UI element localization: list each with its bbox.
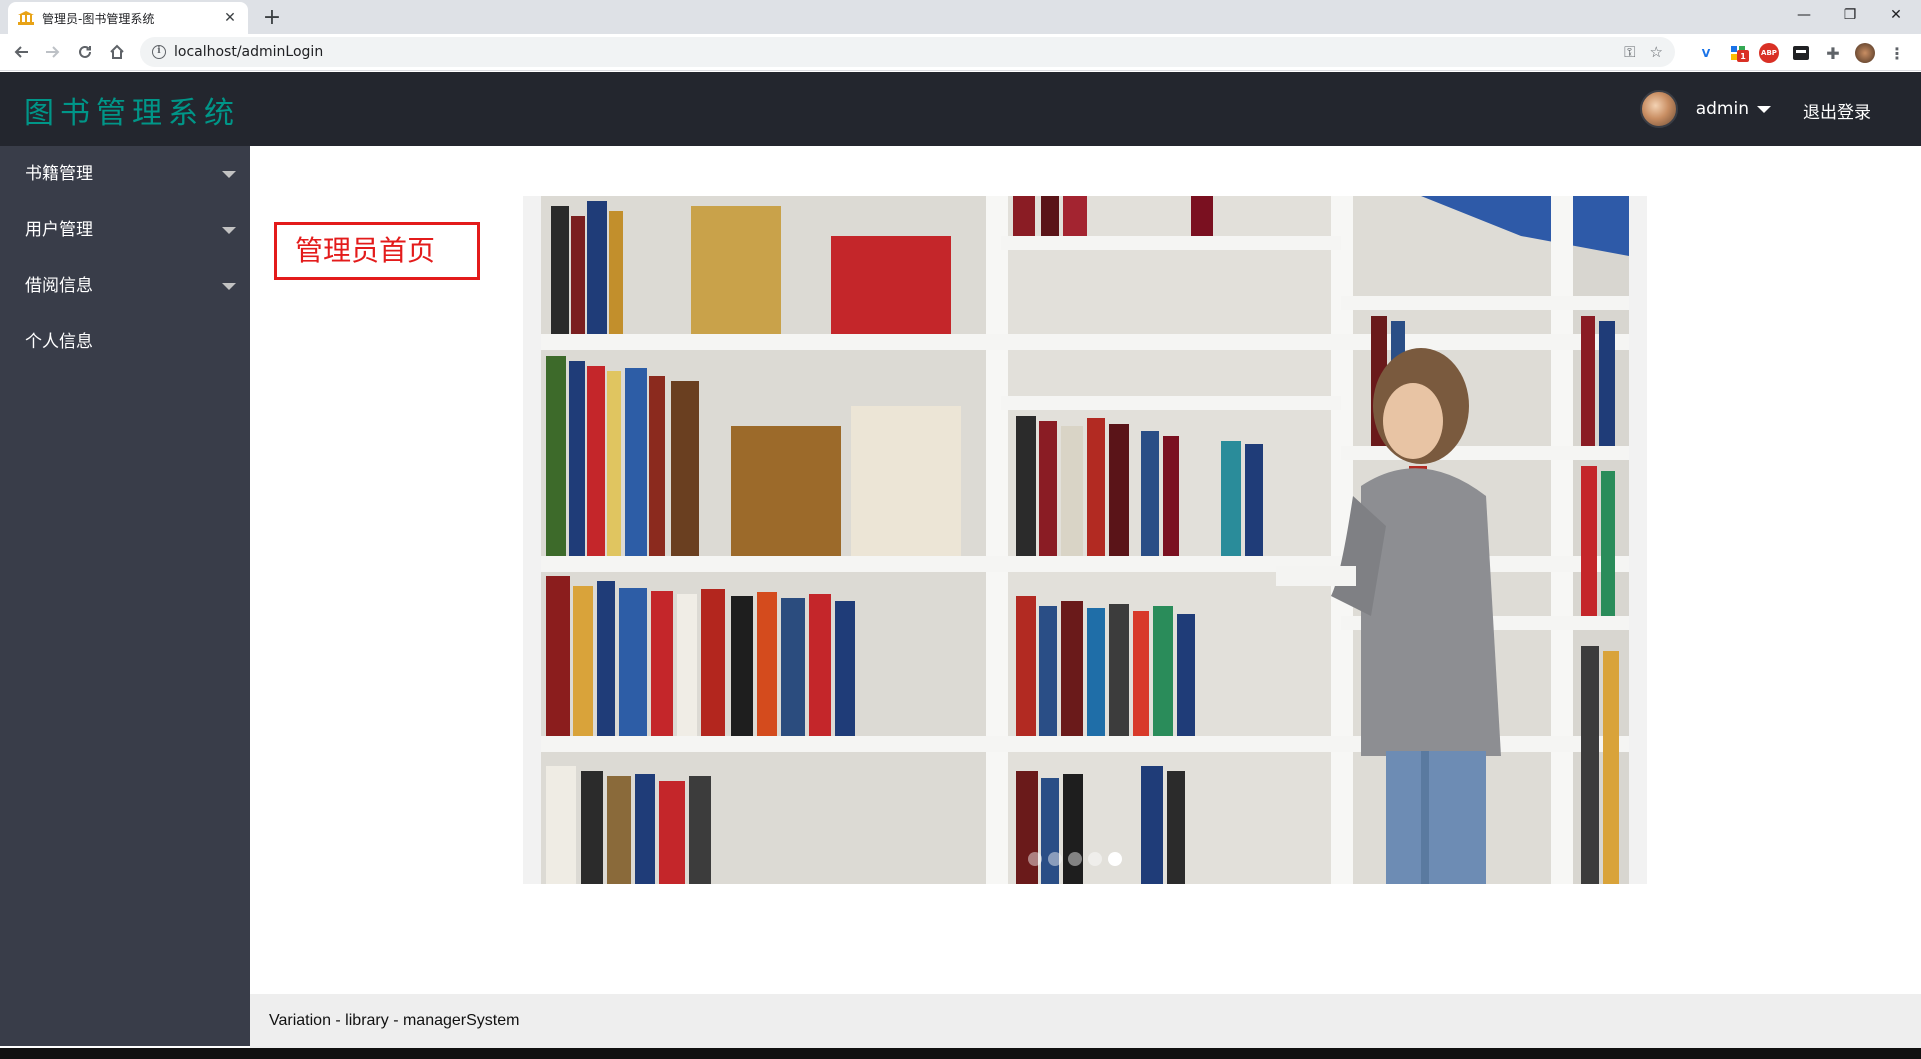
sidebar-item-label: 用户管理 bbox=[25, 220, 93, 240]
back-icon[interactable] bbox=[7, 38, 35, 66]
window-close-icon[interactable]: ✕ bbox=[1873, 0, 1919, 30]
extension-badge: 1 bbox=[1737, 50, 1749, 62]
carousel-dot[interactable] bbox=[1048, 852, 1062, 866]
site-info-icon[interactable]: i bbox=[152, 45, 166, 59]
key-icon[interactable]: ⚿ bbox=[1624, 43, 1635, 61]
app-logo[interactable]: 图书管理系统 bbox=[24, 88, 240, 132]
url-text: localhost/adminLogin bbox=[174, 44, 324, 60]
sidebar: 书籍管理 用户管理 借阅信息 个人信息 bbox=[0, 146, 250, 1046]
app-header: 图书管理系统 admin 退出登录 bbox=[0, 72, 1921, 146]
os-taskbar bbox=[0, 1048, 1921, 1059]
home-icon[interactable] bbox=[103, 38, 131, 66]
page-title: 管理员首页 bbox=[274, 222, 480, 280]
footer: Variation - library - managerSystem bbox=[250, 994, 1921, 1048]
extension-dark-icon[interactable] bbox=[1791, 43, 1811, 63]
chevron-down-icon bbox=[222, 171, 236, 178]
address-bar[interactable]: i localhost/adminLogin ⚿ ☆ bbox=[140, 37, 1675, 67]
profile-avatar-icon[interactable] bbox=[1855, 43, 1875, 63]
carousel-dot[interactable] bbox=[1088, 852, 1102, 866]
reload-icon[interactable] bbox=[71, 38, 99, 66]
carousel-dot-active[interactable] bbox=[1108, 852, 1122, 866]
forward-icon[interactable] bbox=[39, 38, 67, 66]
chevron-down-icon bbox=[222, 227, 236, 234]
browser-toolbar: i localhost/adminLogin ⚿ ☆ V 1 ABP ✚ ⋮ bbox=[0, 34, 1921, 71]
restore-icon[interactable]: ❐ bbox=[1827, 0, 1873, 30]
sidebar-item-label: 个人信息 bbox=[25, 332, 93, 352]
tab-title: 管理员-图书管理系统 bbox=[42, 11, 155, 26]
sidebar-item-books[interactable]: 书籍管理 bbox=[0, 146, 250, 202]
extensions-puzzle-icon[interactable]: ✚ bbox=[1823, 43, 1843, 63]
minimize-icon[interactable]: — bbox=[1781, 0, 1827, 30]
sidebar-item-borrow-info[interactable]: 借阅信息 bbox=[0, 258, 250, 314]
carousel-dot[interactable] bbox=[1068, 852, 1082, 866]
library-bookshelf-image bbox=[541, 196, 1629, 884]
sidebar-item-users[interactable]: 用户管理 bbox=[0, 202, 250, 258]
library-favicon-icon bbox=[18, 11, 34, 25]
new-tab-button[interactable]: + bbox=[258, 4, 286, 32]
chevron-down-icon bbox=[222, 283, 236, 290]
tab-close-icon[interactable]: ✕ bbox=[222, 10, 238, 26]
user-menu[interactable]: admin bbox=[1639, 90, 1771, 128]
sidebar-item-label: 借阅信息 bbox=[25, 276, 93, 296]
main-content: 管理员首页 bbox=[250, 146, 1921, 994]
sidebar-item-profile[interactable]: 个人信息 bbox=[0, 314, 250, 370]
logout-link[interactable]: 退出登录 bbox=[1803, 98, 1871, 123]
adblock-icon[interactable]: ABP bbox=[1759, 43, 1779, 63]
browser-tab[interactable]: 管理员-图书管理系统 ✕ bbox=[8, 2, 248, 34]
extension-v-icon[interactable]: V bbox=[1696, 43, 1716, 63]
chevron-down-icon[interactable] bbox=[1757, 105, 1771, 113]
carousel-dot[interactable] bbox=[1028, 852, 1042, 866]
browser-tabstrip: 管理员-图书管理系统 ✕ + — ❐ ✕ bbox=[0, 0, 1921, 34]
bookmark-star-icon[interactable]: ☆ bbox=[1650, 43, 1663, 61]
image-carousel[interactable] bbox=[523, 196, 1647, 884]
avatar[interactable] bbox=[1639, 90, 1678, 128]
username[interactable]: admin bbox=[1696, 99, 1749, 119]
browser-menu-icon[interactable]: ⋮ bbox=[1887, 43, 1907, 63]
sidebar-item-label: 书籍管理 bbox=[25, 164, 93, 184]
carousel-indicators bbox=[1028, 852, 1122, 866]
